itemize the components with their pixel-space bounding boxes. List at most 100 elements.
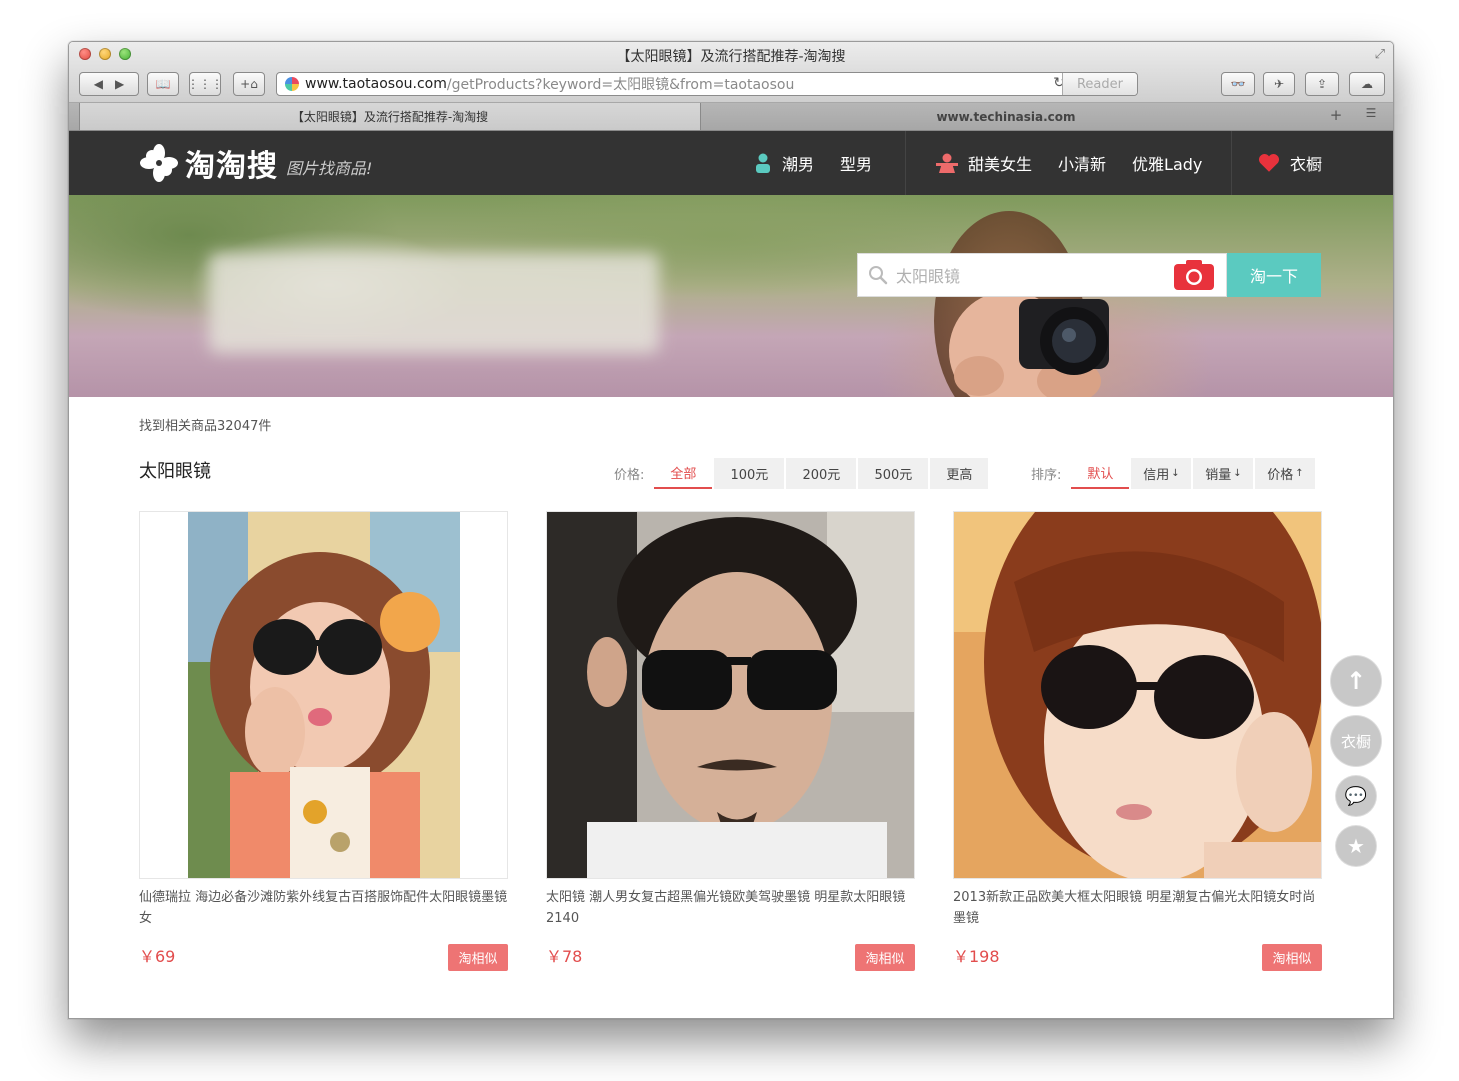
product-image[interactable] — [139, 511, 508, 879]
price-option-higher[interactable]: 更高 — [930, 458, 989, 489]
nav-wardrobe-group: 衣橱 — [1231, 131, 1348, 195]
product-price: ￥198 — [953, 947, 1000, 966]
wardrobe-side-button[interactable]: 衣橱 — [1331, 716, 1381, 766]
tab-active[interactable]: 【太阳眼镜】及流行搭配推荐-淘淘搜 — [79, 103, 701, 130]
search-input[interactable]: 太阳眼镜 — [896, 263, 1174, 287]
site-logo[interactable]: 淘淘搜 图片找商品! — [139, 141, 372, 185]
nav-label-wardrobe: 衣橱 — [1290, 155, 1323, 174]
sort-label-sales: 销量 — [1205, 468, 1232, 483]
forward-arrow-icon[interactable]: ▶ — [115, 77, 124, 91]
search-icon — [869, 266, 888, 285]
arrow-down-icon: ↓ — [1233, 468, 1242, 479]
back-arrow-icon[interactable]: ◀ — [94, 77, 103, 91]
logo-slogan: 图片找商品! — [286, 159, 373, 178]
search-button[interactable]: 淘一下 — [1227, 253, 1321, 297]
result-count: 找到相关商品32047件 — [139, 419, 272, 434]
top-sites-button[interactable]: ⋮⋮⋮ — [187, 72, 223, 96]
chat-bubble-icon: 💬 — [1344, 785, 1368, 807]
nav-label-chaonan: 潮男 — [782, 155, 815, 174]
find-similar-button[interactable]: 淘相似 — [1262, 944, 1322, 971]
star-icon: ★ — [1347, 834, 1365, 858]
url-host: www.taotaosou.com — [305, 76, 447, 92]
product-photo-woman-sunglasses — [140, 512, 507, 878]
sort-option-default[interactable]: 默认 — [1071, 458, 1130, 489]
browser-window: 【太阳眼镜】及流行搭配推荐-淘淘搜 ⤢ ◀ ▶ 📖 ⋮⋮⋮ +⌂ www.tao… — [68, 41, 1394, 1019]
product-title[interactable]: 仙德瑞拉 海边必备沙滩防紫外线复古百搭服饰配件太阳眼镜墨镜女 — [139, 887, 508, 929]
share-icon: ⇪ — [1316, 77, 1328, 91]
book-icon: 📖 — [155, 77, 171, 91]
sort-option-credit[interactable]: 信用 ↓ — [1131, 458, 1192, 489]
price-filter-label: 价格: — [614, 468, 645, 483]
keyword-title: 太阳眼镜 — [139, 461, 211, 482]
find-similar-button[interactable]: 淘相似 — [855, 944, 915, 971]
browser-toolbar: 【太阳眼镜】及流行搭配推荐-淘淘搜 ⤢ ◀ ▶ 📖 ⋮⋮⋮ +⌂ www.tao… — [69, 42, 1393, 103]
price-filter: 价格: 全部 100元 200元 500元 更高 — [614, 458, 989, 489]
logo-text: 淘淘搜 — [185, 149, 278, 184]
arrow-up-icon: ↑ — [1345, 667, 1367, 695]
bookmarks-button[interactable]: 📖 — [147, 72, 179, 96]
photographer-image — [934, 211, 1109, 397]
add-bookmark-button[interactable]: +⌂ — [233, 72, 265, 96]
extension-icon: ✈ — [1273, 77, 1285, 91]
sort-option-price[interactable]: 价格 ↑ — [1255, 458, 1316, 489]
product-photo-man-sunglasses — [547, 512, 914, 878]
price-option-100[interactable]: 100元 — [714, 458, 785, 489]
add-bookmark-icon: +⌂ — [240, 77, 258, 91]
cloud-icon: ☁ — [1361, 77, 1373, 91]
product-card[interactable]: 仙德瑞拉 海边必备沙滩防紫外线复古百搭服饰配件太阳眼镜墨镜女 ￥69 淘相似 — [139, 511, 508, 971]
address-bar[interactable]: www.taotaosou.com /getProducts?keyword=太… — [276, 72, 1138, 96]
nav-item-tianmei[interactable]: 甜美女生 — [936, 151, 1032, 175]
side-toolbar: ↑ 衣橱 💬 ★ — [1331, 656, 1381, 876]
man-icon — [756, 153, 770, 173]
nav-item-xingnan[interactable]: 型男 — [840, 151, 872, 175]
back-to-top-button[interactable]: ↑ — [1331, 656, 1381, 706]
woman-icon — [936, 153, 958, 173]
product-card[interactable]: 2013新款正品欧美大框太阳眼镜 明星潮复古偏光太阳镜女时尚墨镜 ￥198 淘相… — [953, 511, 1322, 971]
camera-icon[interactable] — [1174, 260, 1214, 290]
price-option-500[interactable]: 500元 — [858, 458, 929, 489]
fullscreen-icon[interactable]: ⤢ — [1375, 47, 1385, 62]
heart-icon — [1258, 154, 1280, 172]
site-favicon-icon — [285, 77, 299, 91]
share-button[interactable]: ⇪ — [1305, 72, 1339, 96]
results-area: 找到相关商品32047件 太阳眼镜 价格: 全部 100元 200元 500元 … — [69, 397, 1393, 1018]
reader-button[interactable]: Reader — [1062, 73, 1137, 95]
glasses-icon: 👓 — [1230, 77, 1246, 91]
product-photo-woman-large-sunglasses — [954, 512, 1321, 878]
arrow-up-icon: ↑ — [1295, 468, 1304, 479]
product-title[interactable]: 2013新款正品欧美大框太阳眼镜 明星潮复古偏光太阳镜女时尚墨镜 — [953, 887, 1322, 929]
favorite-button[interactable]: ★ — [1336, 826, 1376, 866]
price-option-all[interactable]: 全部 — [654, 458, 713, 489]
nav-label-tianmei: 甜美女生 — [968, 155, 1033, 174]
nav-female-group: 甜美女生 小清新 优雅Lady — [905, 131, 1228, 195]
product-image[interactable] — [953, 511, 1322, 879]
tab-list-icon[interactable]: ☰ — [1359, 106, 1383, 126]
sort-option-sales[interactable]: 销量 ↓ — [1193, 458, 1254, 489]
nav-male-group: 潮男 型男 — [754, 131, 898, 195]
find-similar-button[interactable]: 淘相似 — [448, 944, 508, 971]
price-option-200[interactable]: 200元 — [786, 458, 857, 489]
nav-item-chaonan[interactable]: 潮男 — [754, 151, 814, 175]
extension-button[interactable]: ✈ — [1263, 72, 1295, 96]
sort-label-price: 价格 — [1267, 468, 1294, 483]
search-box[interactable]: 太阳眼镜 — [857, 253, 1227, 297]
new-tab-icon[interactable]: + — [1325, 106, 1347, 126]
product-image[interactable] — [546, 511, 915, 879]
hero-banner: 太阳眼镜 淘一下 — [69, 195, 1393, 397]
icloud-tabs-button[interactable]: ☁ — [1349, 72, 1385, 96]
product-title[interactable]: 太阳镜 潮人男女复古超黑偏光镜欧美驾驶墨镜 明星款太阳眼镜2140 — [546, 887, 915, 929]
reading-list-button[interactable]: 👓 — [1221, 72, 1255, 96]
tab-bar: 【太阳眼镜】及流行搭配推荐-淘淘搜 www.techinasia.com + ☰ — [69, 103, 1393, 131]
tab-techinasia[interactable]: www.techinasia.com — [701, 103, 1311, 130]
nav-item-xiaoqingxin[interactable]: 小清新 — [1058, 151, 1106, 175]
url-path: /getProducts?keyword=太阳眼镜&from=taotaosou — [446, 77, 795, 93]
product-price: ￥69 — [139, 947, 176, 966]
grid-icon: ⋮⋮⋮ — [187, 77, 223, 91]
nav-item-wardrobe[interactable]: 衣橱 — [1258, 151, 1322, 175]
product-card[interactable]: 太阳镜 潮人男女复古超黑偏光镜欧美驾驶墨镜 明星款太阳眼镜2140 ￥78 淘相… — [546, 511, 915, 971]
back-forward-buttons[interactable]: ◀ ▶ — [79, 72, 139, 96]
feedback-button[interactable]: 💬 — [1336, 776, 1376, 816]
window-title: 【太阳眼镜】及流行搭配推荐-淘淘搜 — [616, 49, 846, 65]
sort-filter-label: 排序: — [1031, 468, 1062, 483]
nav-item-youya[interactable]: 优雅Lady — [1132, 151, 1202, 175]
